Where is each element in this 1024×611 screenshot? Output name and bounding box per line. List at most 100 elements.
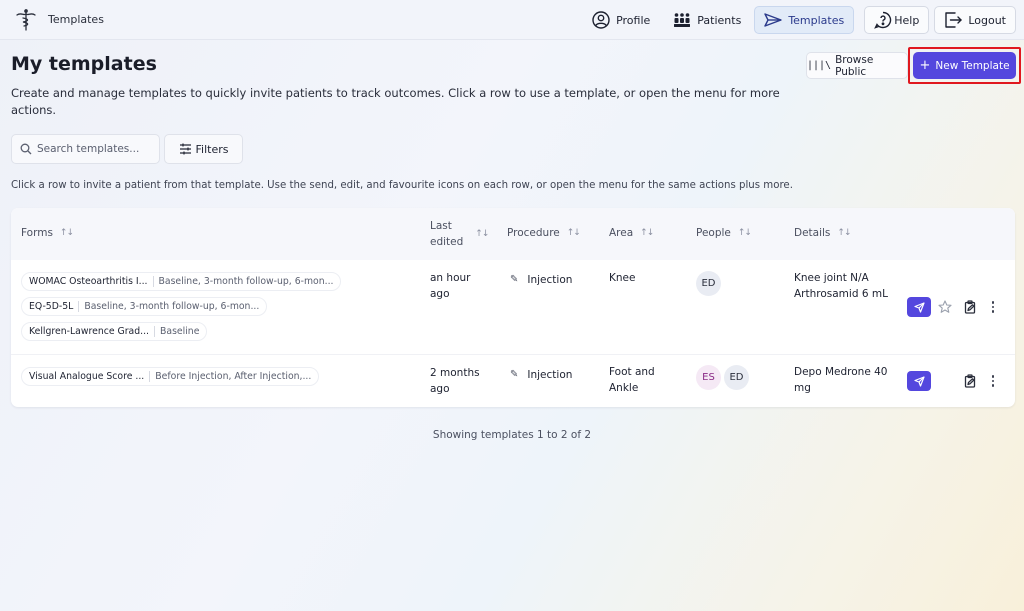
highlight-box: + New Template (908, 47, 1021, 84)
nav-profile[interactable]: Profile (582, 6, 660, 34)
avatar: ES (696, 365, 721, 390)
nav-help[interactable]: Help (864, 6, 930, 34)
chip-divider (152, 276, 154, 287)
avatar: ED (724, 365, 749, 390)
details-line-2: mg (794, 382, 811, 394)
column-header-last-edited[interactable]: Last edited ↑↓ (430, 218, 489, 250)
details-line-1: Depo Medrone 40 (794, 366, 888, 378)
row-menu-button[interactable] (988, 299, 998, 315)
form-schedule: Baseline, 3-month follow-up, 6-mon... (158, 276, 334, 287)
filters-button[interactable]: Filters (164, 134, 243, 164)
plus-icon: + (919, 58, 931, 73)
nav-templates[interactable]: Templates (754, 6, 855, 34)
help-bubble-icon (874, 11, 892, 29)
last-edited-line-1: an hour (430, 272, 471, 284)
sort-icon: ↑↓ (640, 228, 654, 238)
new-template-button[interactable]: + New Template (913, 52, 1016, 79)
clipboard-edit-icon (964, 374, 975, 388)
pencil-icon: ✎ (510, 274, 519, 285)
caduceus-icon (14, 8, 38, 32)
browse-public-label: Browse Public (835, 53, 874, 78)
nav-logout-label: Logout (968, 13, 1006, 27)
column-last-edited-text: Last edited (430, 218, 463, 250)
nav-patients[interactable]: Patients (663, 6, 751, 34)
procedure: ✎ Injection (510, 367, 572, 383)
chip-divider (149, 371, 151, 382)
sort-icon: ↑↓ (566, 228, 581, 238)
search-input[interactable] (37, 143, 157, 155)
page-description: Create and manage templates to quickly i… (11, 86, 780, 117)
last-edited: 2 months ago (430, 365, 480, 397)
nav-logout[interactable]: Logout (934, 6, 1016, 34)
area-line-2: Ankle (609, 382, 639, 394)
page-title: My templates (11, 53, 157, 75)
pencil-icon: ✎ (510, 369, 519, 380)
nav-patients-label: Patients (697, 13, 742, 27)
chip-divider (154, 326, 155, 337)
column-header-details[interactable]: Details ↑↓ (794, 227, 852, 239)
last-edited-line-2: ago (430, 383, 450, 395)
form-name: WOMAC Osteoarthritis I... (29, 276, 148, 287)
send-button[interactable] (907, 371, 931, 391)
form-chip: Kellgren-Lawrence Grad... Baseline (21, 322, 208, 341)
browse-public-button[interactable]: |||\ Browse Public (806, 52, 908, 79)
last-edited: an hour ago (430, 270, 470, 302)
form-schedule: Before Injection, After Injection,... (155, 371, 312, 382)
area: Knee (609, 270, 635, 286)
library-icon: |||\ (807, 60, 832, 71)
favourite-button[interactable] (937, 299, 953, 315)
details-line-2: Arthrosamid 6 mL (794, 288, 888, 300)
top-nav-bar: Templates Profile Patients Templates Hel… (0, 0, 1024, 40)
column-header-people[interactable]: People ↑↓ (696, 227, 752, 239)
column-details-label: Details (794, 227, 831, 239)
main-nav: Profile Patients Templates Help Logout (579, 5, 1016, 35)
avatar: ED (696, 271, 721, 296)
usage-hint: Click a row to invite a patient from tha… (11, 180, 793, 191)
column-area-label: Area (609, 227, 634, 239)
filters-label: Filters (195, 142, 229, 156)
sort-icon: ↑↓ (837, 228, 851, 238)
form-name: Kellgren-Lawrence Grad... (29, 326, 149, 337)
clipboard-edit-icon (964, 300, 975, 314)
sliders-icon (179, 143, 191, 155)
patients-group-icon (674, 13, 691, 27)
send-button[interactable] (907, 297, 931, 317)
column-header-procedure[interactable]: Procedure ↑↓ (507, 227, 581, 239)
form-schedule: Baseline (160, 326, 200, 337)
area-line-1: Foot and (609, 366, 655, 378)
row-menu-button[interactable] (988, 373, 998, 389)
nav-templates-label: Templates (788, 13, 845, 27)
form-name: EQ-5D-5L (29, 301, 74, 312)
send-icon (913, 375, 925, 387)
details-line-1: Knee joint N/A (794, 272, 869, 284)
templates-table: Forms ↑↓ Last edited ↑↓ Procedure ↑↓ Area ↑… (11, 208, 1015, 407)
area-line-1: Knee (609, 272, 636, 284)
edit-template-button[interactable] (962, 373, 978, 389)
nav-profile-label: Profile (616, 13, 651, 27)
table-row[interactable]: WOMAC Osteoarthritis I... Baseline, 3-mo… (11, 260, 1015, 354)
column-last-edited-label-2: edited (430, 236, 464, 248)
table-row[interactable]: Visual Analogue Score ... Before Injecti… (11, 354, 1015, 407)
column-procedure-label: Procedure (507, 227, 560, 239)
column-forms-label: Forms (21, 227, 53, 239)
chip-divider (78, 301, 80, 312)
send-icon (913, 301, 925, 313)
column-last-edited-label-1: Last (430, 220, 452, 232)
form-chip: EQ-5D-5L Baseline, 3-month follow-up, 6-… (21, 297, 268, 316)
sort-icon: ↑↓ (475, 229, 489, 239)
last-edited-line-1: 2 months (430, 367, 480, 379)
user-circle-icon (592, 11, 610, 29)
form-chip: WOMAC Osteoarthritis I... Baseline, 3-mo… (21, 272, 342, 291)
paper-plane-icon (764, 13, 783, 27)
sort-icon: ↑↓ (59, 228, 74, 238)
column-header-forms[interactable]: Forms ↑↓ (21, 227, 74, 239)
procedure-label: Injection (527, 274, 573, 286)
logout-icon (945, 12, 963, 28)
app-title: Templates (48, 13, 104, 26)
column-header-area[interactable]: Area ↑↓ (609, 227, 654, 239)
new-template-label: New Template (935, 59, 1010, 72)
procedure: ✎ Injection (510, 272, 572, 288)
edit-template-button[interactable] (962, 299, 978, 315)
form-chip: Visual Analogue Score ... Before Injecti… (21, 367, 320, 386)
brand[interactable]: Templates (14, 8, 104, 32)
